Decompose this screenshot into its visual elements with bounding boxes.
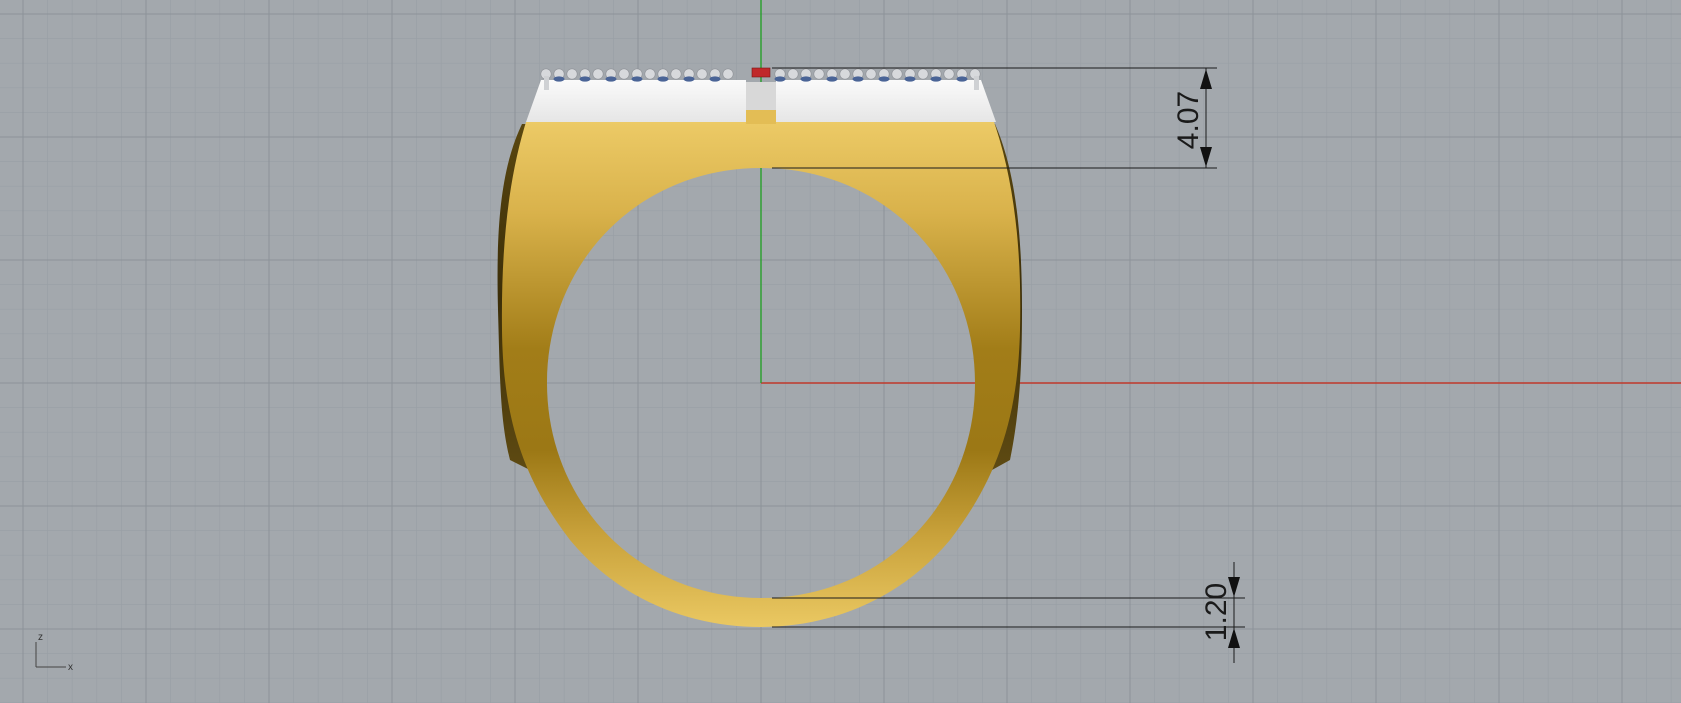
center-stone — [751, 67, 771, 78]
dim-value-bottom: 1.20 — [1200, 583, 1233, 641]
rhino-viewport[interactable]: 4.07 1.20 z x — [0, 0, 1681, 703]
ring-top-plate-left — [526, 80, 746, 122]
ring-center-channel — [746, 82, 776, 110]
dim-arrow-up — [1200, 69, 1212, 89]
axis-indicator-x-label: x — [68, 662, 73, 673]
dim-value-top: 4.07 — [1172, 91, 1205, 149]
axis-indicator-z-label: z — [38, 632, 43, 643]
ring-center-gold-post — [746, 110, 776, 124]
axis-indicator: z x — [35, 632, 73, 673]
ring-model[interactable] — [497, 67, 1022, 627]
ring-top-plate-right — [776, 80, 996, 122]
viewport-canvas[interactable]: 4.07 1.20 z x — [0, 0, 1681, 703]
